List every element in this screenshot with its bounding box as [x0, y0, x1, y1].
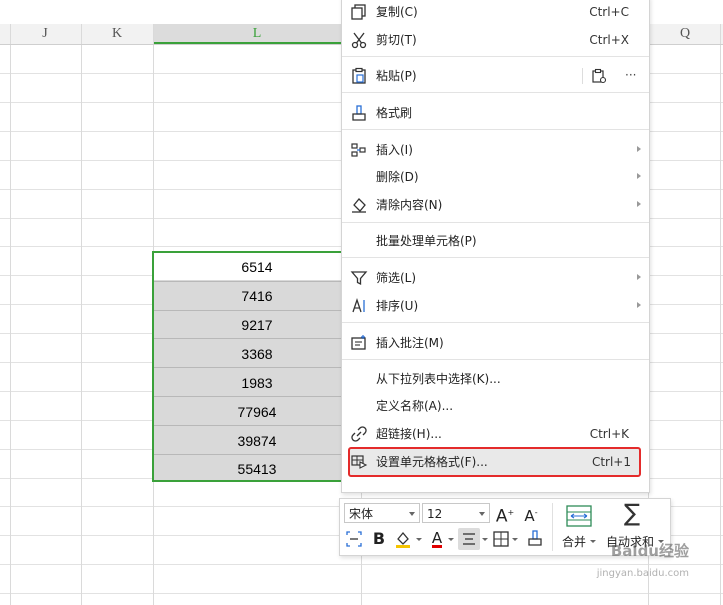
- menu-separator: [342, 322, 649, 323]
- menu-item-hyperlink[interactable]: 超链接(H)... Ctrl+K: [342, 421, 649, 447]
- font-size-value: 12: [427, 507, 443, 521]
- menu-item-sort[interactable]: 排序(U): [342, 293, 649, 319]
- chevron-down-icon[interactable]: [482, 538, 488, 541]
- context-menu: 复制(C) Ctrl+C 剪切(T) Ctrl+X 粘贴(P) ··· 格式刷 …: [341, 0, 650, 493]
- align-center-icon: [463, 533, 475, 545]
- increase-font-icon: A: [495, 506, 508, 527]
- menu-item-clear[interactable]: 清除内容(N): [342, 192, 649, 218]
- copy-icon: [351, 4, 366, 20]
- menu-label: 从下拉列表中选择(K)...: [376, 372, 501, 386]
- shortcut-text: Ctrl+K: [589, 427, 629, 441]
- insert-icon: [351, 143, 366, 157]
- menu-item-batch[interactable]: 批量处理单元格(P): [342, 228, 649, 254]
- menu-label: 批量处理单元格(P): [376, 234, 477, 248]
- menu-label: 删除(D): [376, 170, 419, 184]
- menu-item-copy[interactable]: 复制(C) Ctrl+C: [342, 0, 649, 25]
- chevron-down-icon[interactable]: [416, 538, 422, 541]
- scissors-icon: [351, 32, 367, 49]
- chevron-down-icon[interactable]: [512, 538, 518, 541]
- paste-divider: [582, 68, 583, 84]
- menu-label: 剪切(T): [376, 33, 417, 47]
- menu-item-format-cells[interactable]: 设置单元格格式(F)... Ctrl+1: [348, 447, 641, 477]
- menu-label: 清除内容(N): [376, 198, 443, 212]
- menu-item-delete[interactable]: 删除(D): [342, 164, 649, 190]
- font-name-select[interactable]: 宋体: [344, 503, 420, 523]
- font-color-button[interactable]: A: [426, 527, 448, 549]
- menu-separator: [342, 129, 649, 130]
- menu-separator: [342, 257, 649, 258]
- submenu-arrow-icon: [637, 146, 641, 152]
- chevron-down-icon: [479, 512, 485, 516]
- decrease-font-icon: A: [524, 507, 535, 525]
- menu-label: 粘贴(P): [376, 69, 417, 83]
- fill-color-icon[interactable]: [394, 530, 414, 548]
- clear-icon: [352, 198, 366, 213]
- watermark-logo: Baidu经验: [610, 542, 689, 560]
- menu-item-cut[interactable]: 剪切(T) Ctrl+X: [342, 27, 649, 53]
- menu-label: 排序(U): [376, 299, 419, 313]
- column-header-j[interactable]: J: [10, 24, 80, 44]
- merge-cells-icon: [566, 505, 592, 527]
- menu-separator: [342, 222, 649, 223]
- align-center-button[interactable]: [458, 528, 480, 550]
- menu-label: 定义名称(A)...: [376, 399, 454, 413]
- paste-icon: [352, 67, 366, 84]
- menu-label: 复制(C): [376, 5, 418, 19]
- menu-label: 插入(I): [376, 143, 413, 157]
- menu-label: 设置单元格格式(F)...: [376, 455, 488, 469]
- paste-more-button[interactable]: ···: [625, 63, 636, 87]
- link-icon: [351, 426, 367, 442]
- submenu-arrow-icon: [637, 302, 641, 308]
- shortcut-text: Ctrl+X: [589, 33, 629, 47]
- toolbar-divider: [552, 503, 553, 551]
- filter-icon: [350, 271, 368, 286]
- sort-icon: [352, 297, 365, 313]
- font-size-select[interactable]: 12: [422, 503, 490, 523]
- increase-font-button[interactable]: A+: [494, 502, 516, 527]
- menu-item-insert-comment[interactable]: 插入批注(M): [342, 330, 649, 356]
- column-header-k[interactable]: K: [82, 24, 152, 44]
- menu-label: 筛选(L): [376, 271, 417, 285]
- column-header-l[interactable]: L: [153, 24, 361, 44]
- paste-special-icon[interactable]: [591, 68, 607, 84]
- chevron-down-icon[interactable]: [448, 538, 454, 541]
- bold-button[interactable]: B: [368, 528, 390, 550]
- wrap-text-icon[interactable]: [345, 530, 363, 548]
- watermark-url: jingyan.baidu.com: [596, 568, 689, 579]
- menu-item-insert[interactable]: 插入(I): [342, 137, 649, 163]
- submenu-arrow-icon: [637, 201, 641, 207]
- comment-icon: [351, 335, 366, 350]
- menu-item-format-painter[interactable]: 格式刷: [342, 100, 649, 126]
- menu-item-pick-list[interactable]: 从下拉列表中选择(K)...: [342, 366, 649, 392]
- menu-label: 超链接(H)...: [376, 427, 442, 441]
- menu-separator: [342, 56, 649, 57]
- merge-label: 合并: [562, 535, 587, 549]
- submenu-arrow-icon: [637, 173, 641, 179]
- column-header-q[interactable]: Q: [650, 24, 720, 44]
- decrease-font-button[interactable]: A-: [520, 502, 542, 525]
- format-painter-icon: [352, 105, 366, 121]
- selection-box: [152, 251, 360, 482]
- shortcut-text: Ctrl+1: [591, 455, 631, 469]
- menu-item-paste[interactable]: 粘贴(P) ···: [342, 63, 649, 89]
- menu-item-define-name[interactable]: 定义名称(A)...: [342, 393, 649, 419]
- menu-separator: [342, 359, 649, 360]
- menu-separator: [342, 92, 649, 93]
- merge-button[interactable]: 合并: [558, 501, 602, 553]
- submenu-arrow-icon: [637, 274, 641, 280]
- font-name-value: 宋体: [349, 507, 374, 521]
- menu-label: 插入批注(M): [376, 336, 444, 350]
- chevron-down-icon: [409, 512, 415, 516]
- sigma-icon: ∑: [624, 499, 641, 527]
- menu-item-filter[interactable]: 筛选(L): [342, 265, 649, 291]
- shortcut-text: Ctrl+C: [589, 5, 629, 19]
- menu-label: 格式刷: [376, 106, 413, 120]
- chevron-down-icon: [590, 540, 596, 543]
- format-cells-icon: [351, 455, 368, 469]
- border-icon[interactable]: [493, 531, 509, 547]
- format-painter-icon[interactable]: [526, 529, 544, 547]
